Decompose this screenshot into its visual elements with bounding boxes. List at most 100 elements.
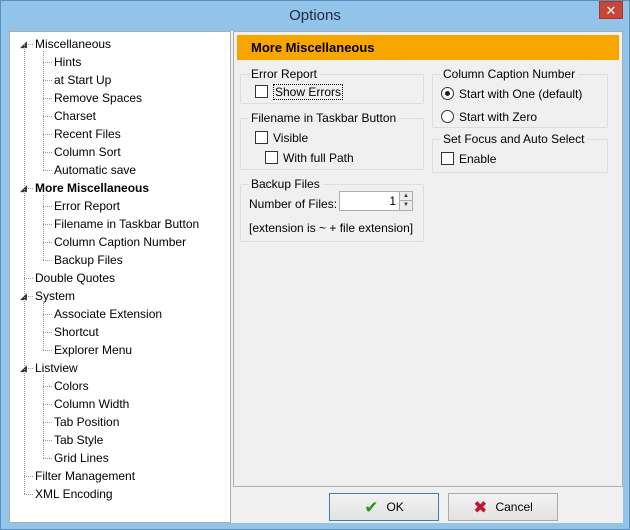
tree-item[interactable]: Associate Extension	[54, 305, 162, 323]
tree-item[interactable]: Charset	[54, 107, 96, 125]
focus-auto-select-group: Set Focus and Auto Select Enable	[432, 132, 608, 173]
tree-item[interactable]: Backup Files	[54, 251, 123, 269]
error-report-group: Error Report Show Errors	[240, 67, 424, 104]
column-caption-group: Column Caption Number Start with One (de…	[432, 67, 608, 128]
visible-box[interactable]	[255, 131, 268, 144]
tree-item[interactable]: Automatic save	[54, 161, 136, 179]
start-with-zero-dot[interactable]	[441, 110, 454, 123]
tree-branch-line	[43, 51, 44, 170]
tree-connector	[43, 98, 52, 99]
visible-label: Visible	[273, 131, 309, 145]
tree-connector	[43, 314, 52, 315]
start-with-one-label: Start with One (default)	[459, 87, 583, 101]
tree-item[interactable]: Explorer Menu	[54, 341, 132, 359]
spin-down-icon[interactable]: ▼	[400, 201, 412, 210]
filename-taskbar-title: Filename in Taskbar Button	[248, 111, 400, 125]
tree-branch-line	[43, 375, 44, 458]
options-tree[interactable]: Miscellaneous ◢ Hints at Start Up Remove Spa…	[9, 31, 231, 523]
enable-label: Enable	[459, 152, 497, 166]
window-title: Options	[289, 7, 341, 24]
tree-item[interactable]: Double Quotes	[35, 269, 115, 287]
column-caption-title: Column Caption Number	[440, 67, 579, 81]
full-path-checkbox[interactable]: With full Path	[265, 151, 354, 165]
backup-files-title: Backup Files	[248, 177, 323, 191]
tree-item[interactable]: Tab Position	[54, 413, 119, 431]
spinner-buttons: ▲ ▼	[399, 192, 412, 210]
extension-note: [extension is ~ + file extension]	[249, 221, 414, 235]
show-errors-label: Show Errors	[273, 84, 344, 100]
tree-item[interactable]: System	[35, 287, 75, 305]
backup-files-group: Backup Files Number of Files: 1 ▲ ▼ [ext…	[240, 177, 424, 242]
number-of-files-spinner[interactable]: 1 ▲ ▼	[339, 191, 413, 211]
tree-item[interactable]: Grid Lines	[54, 449, 109, 467]
show-errors-box[interactable]	[255, 85, 268, 98]
start-with-one-radio[interactable]: Start with One (default)	[441, 87, 582, 101]
tree-connector	[43, 422, 52, 423]
cross-icon: ✖	[473, 498, 488, 517]
cancel-label: Cancel	[495, 500, 533, 514]
start-with-zero-radio[interactable]: Start with Zero	[441, 110, 537, 124]
enable-checkbox[interactable]: Enable	[441, 152, 496, 166]
tree-connector	[43, 440, 52, 441]
start-with-one-dot[interactable]	[441, 87, 454, 100]
tree-item[interactable]: Filename in Taskbar Button	[54, 215, 199, 233]
tree-connector	[43, 458, 52, 459]
tree-connector	[24, 494, 33, 495]
tree-item[interactable]: Filter Management	[35, 467, 135, 485]
tree-item[interactable]: Column Width	[54, 395, 129, 413]
visible-checkbox[interactable]: Visible	[255, 131, 308, 145]
tree-connector	[43, 350, 52, 351]
tree-item[interactable]: More Miscellaneous	[35, 179, 149, 197]
checkmark-icon: ✔	[364, 498, 379, 517]
tree-connector	[43, 170, 52, 171]
tree-connector	[43, 386, 52, 387]
close-button[interactable]: ✕	[599, 1, 623, 19]
settings-pane: More Miscellaneous Error Report Show Err…	[233, 31, 623, 487]
tree-connector	[43, 152, 52, 153]
tree-connector	[24, 278, 33, 279]
tree-connector	[43, 134, 52, 135]
start-with-zero-label: Start with Zero	[459, 110, 538, 124]
tree-connector	[43, 242, 52, 243]
tree-item[interactable]: at Start Up	[54, 71, 111, 89]
tree-item[interactable]: Recent Files	[54, 125, 121, 143]
tree-connector	[24, 476, 33, 477]
spin-up-icon[interactable]: ▲	[400, 192, 412, 201]
number-of-files-value: 1	[389, 194, 396, 208]
tree-item[interactable]: Column Sort	[54, 143, 121, 161]
ok-label: OK	[386, 500, 404, 514]
filename-taskbar-group: Filename in Taskbar Button Visible With …	[240, 111, 424, 170]
title-bar[interactable]: Options ✕	[1, 1, 629, 31]
tree-connector	[43, 206, 52, 207]
tree-item[interactable]: Colors	[54, 377, 89, 395]
tree-item[interactable]: Shortcut	[54, 323, 99, 341]
enable-box[interactable]	[441, 152, 454, 165]
tree-item[interactable]: Tab Style	[54, 431, 103, 449]
tree-branch-line	[43, 303, 44, 350]
cancel-button[interactable]: ✖ Cancel	[448, 493, 558, 521]
tree-connector	[43, 224, 52, 225]
tree-item[interactable]: Hints	[54, 53, 81, 71]
tree-connector	[43, 62, 52, 63]
tree-connector	[43, 332, 52, 333]
show-errors-checkbox[interactable]: Show Errors	[255, 84, 344, 100]
number-of-files-label: Number of Files:	[249, 197, 338, 211]
section-header: More Miscellaneous	[237, 35, 619, 60]
ok-button[interactable]: ✔ OK	[329, 493, 439, 521]
dialog-body: Miscellaneous ◢ Hints at Start Up Remove Spa…	[9, 31, 623, 523]
error-report-title: Error Report	[248, 67, 321, 81]
full-path-label: With full Path	[283, 151, 354, 165]
tree-branch-line	[43, 195, 44, 260]
focus-auto-select-title: Set Focus and Auto Select	[440, 132, 588, 146]
tree-connector	[43, 80, 52, 81]
tree-connector	[43, 404, 52, 405]
tree-item[interactable]: Error Report	[54, 197, 120, 215]
tree-item[interactable]: Listview	[35, 359, 78, 377]
tree-connector	[43, 116, 52, 117]
tree-item[interactable]: Remove Spaces	[54, 89, 142, 107]
options-window: Options ✕ Miscellaneous ◢ Hints at Start Up…	[0, 0, 630, 530]
tree-item[interactable]: Miscellaneous	[35, 35, 111, 53]
full-path-box[interactable]	[265, 151, 278, 164]
tree-item[interactable]: XML Encoding	[35, 485, 113, 503]
tree-item[interactable]: Column Caption Number	[54, 233, 186, 251]
